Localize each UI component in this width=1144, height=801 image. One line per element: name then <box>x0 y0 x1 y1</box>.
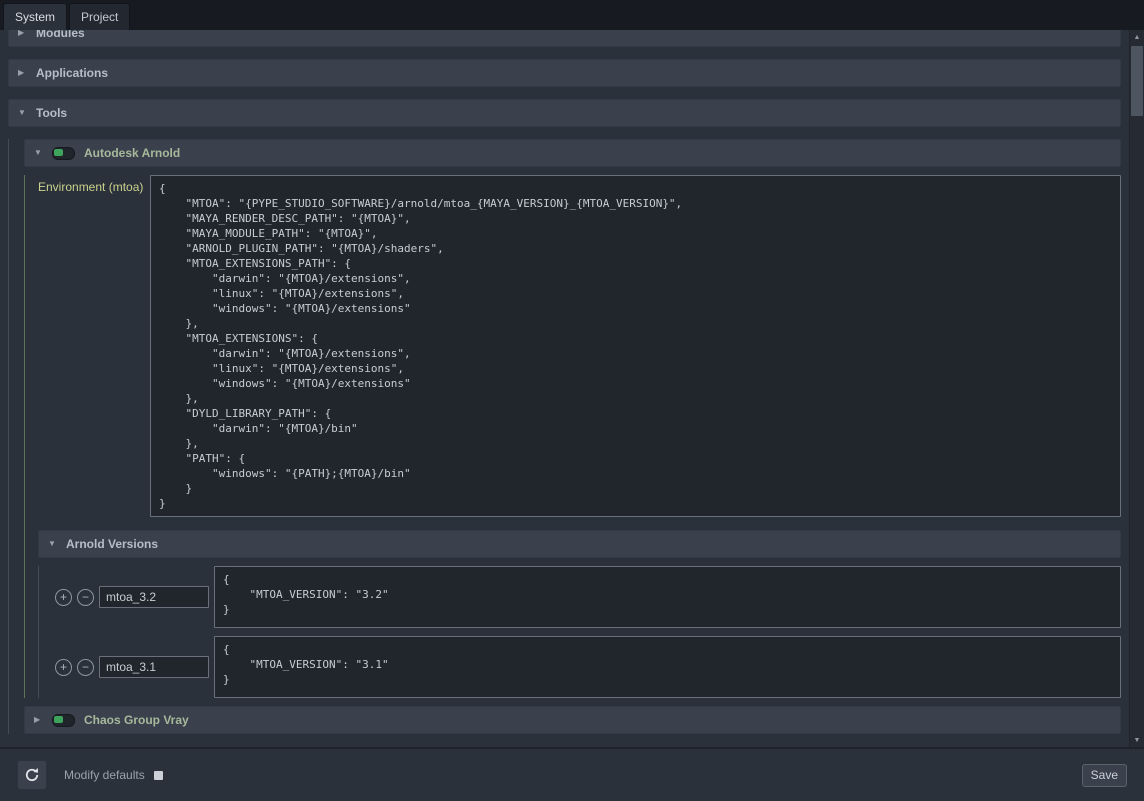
refresh-icon <box>24 767 40 783</box>
toggle-knob-icon <box>54 716 63 723</box>
scroll-up-button[interactable]: ▲ <box>1130 30 1144 44</box>
chevron-right-icon: ▶ <box>34 716 43 724</box>
section-header-applications[interactable]: ▶ Applications <box>8 59 1121 87</box>
add-version-button[interactable]: + <box>55 659 72 676</box>
modify-defaults-checkbox[interactable] <box>154 771 163 780</box>
section-label-chaos-group-vray: Chaos Group Vray <box>84 713 189 727</box>
section-header-tools[interactable]: ▼ Tools <box>8 99 1121 127</box>
section-arnold-versions: ▼ Arnold Versions + − { "MTOA_VERSION": … <box>38 530 1121 698</box>
environment-json-textarea[interactable]: { "MTOA": "{PYPE_STUDIO_SOFTWARE}/arnold… <box>150 175 1121 517</box>
chevron-down-icon: ▼ <box>18 109 27 117</box>
settings-main: ▶ Modules ▶ Applications ▼ Tools ▼ <box>0 30 1144 747</box>
version-json-textarea[interactable]: { "MTOA_VERSION": "3.1" } <box>214 636 1121 698</box>
refresh-button[interactable] <box>17 760 47 790</box>
section-label-modules: Modules <box>36 30 85 40</box>
version-key-input[interactable] <box>99 656 209 678</box>
main-tabbar: System Project <box>0 0 1144 30</box>
section-label-applications: Applications <box>36 66 108 80</box>
add-version-button[interactable]: + <box>55 589 72 606</box>
section-label-tools: Tools <box>36 106 67 120</box>
section-autodesk-arnold: ▼ Autodesk Arnold Environment (mtoa) { "… <box>24 139 1121 698</box>
arnold-enabled-toggle[interactable] <box>52 147 75 160</box>
arnold-body: Environment (mtoa) { "MTOA": "{PYPE_STUD… <box>24 175 1121 698</box>
chevron-right-icon: ▶ <box>18 30 27 37</box>
chevron-down-icon: ▼ <box>48 540 57 548</box>
section-label-arnold-versions: Arnold Versions <box>66 537 158 551</box>
version-json-textarea[interactable]: { "MTOA_VERSION": "3.2" } <box>214 566 1121 628</box>
section-header-modules[interactable]: ▶ Modules <box>8 30 1121 47</box>
tab-system[interactable]: System <box>3 3 67 30</box>
environment-field-row: Environment (mtoa) { "MTOA": "{PYPE_STUD… <box>38 175 1121 517</box>
chevron-right-icon: ▶ <box>18 69 27 77</box>
section-header-chaos-group-vray[interactable]: ▶ Chaos Group Vray <box>24 706 1121 734</box>
scrollbar-thumb[interactable] <box>1131 46 1143 116</box>
tab-project[interactable]: Project <box>69 3 130 30</box>
toggle-knob-icon <box>54 149 63 156</box>
version-row: + − { "MTOA_VERSION": "3.2" } <box>55 566 1121 628</box>
remove-version-button[interactable]: − <box>77 589 94 606</box>
version-key-input[interactable] <box>99 586 209 608</box>
vertical-scrollbar[interactable]: ▲ ▼ <box>1129 30 1144 747</box>
modify-defaults-label: Modify defaults <box>64 768 145 782</box>
section-label-autodesk-arnold: Autodesk Arnold <box>84 146 180 160</box>
section-tools: ▼ Tools ▼ Autodesk Arnold Environment (m… <box>8 99 1121 734</box>
scroll-down-button[interactable]: ▼ <box>1130 733 1144 747</box>
settings-scroll-content: ▶ Modules ▶ Applications ▼ Tools ▼ <box>0 30 1129 747</box>
section-header-autodesk-arnold[interactable]: ▼ Autodesk Arnold <box>24 139 1121 167</box>
save-button[interactable]: Save <box>1082 764 1127 787</box>
settings-window: System Project ▶ Modules ▶ Applications … <box>0 0 1144 801</box>
section-header-arnold-versions[interactable]: ▼ Arnold Versions <box>38 530 1121 558</box>
footer-bar: Modify defaults Save <box>0 747 1144 801</box>
scrollbar-track[interactable] <box>1130 44 1144 733</box>
vray-enabled-toggle[interactable] <box>52 714 75 727</box>
tools-body: ▼ Autodesk Arnold Environment (mtoa) { "… <box>8 139 1121 734</box>
environment-label: Environment (mtoa) <box>38 175 144 194</box>
version-row: + − { "MTOA_VERSION": "3.1" } <box>55 636 1121 698</box>
chevron-down-icon: ▼ <box>34 149 43 157</box>
remove-version-button[interactable]: − <box>77 659 94 676</box>
arnold-versions-body: + − { "MTOA_VERSION": "3.2" } + − <box>38 566 1121 698</box>
